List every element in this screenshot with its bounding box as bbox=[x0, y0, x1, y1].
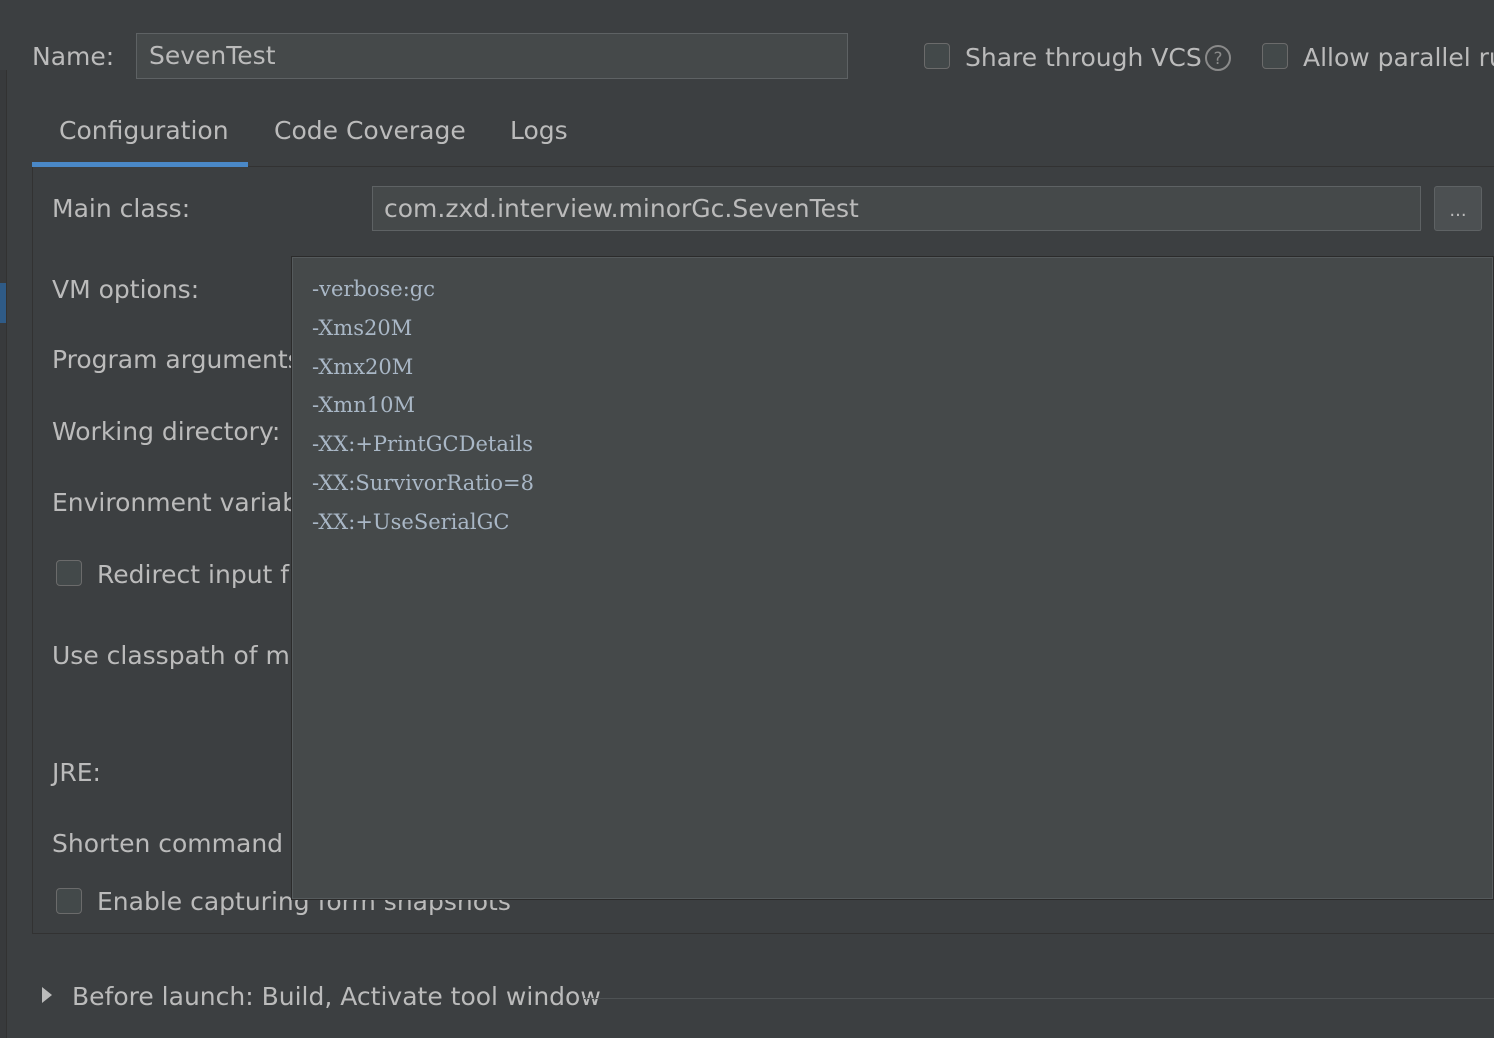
vm-option-line: -XX:+PrintGCDetails bbox=[312, 432, 534, 456]
configuration-list-edge bbox=[0, 70, 7, 1038]
browse-main-class-button[interactable]: ... bbox=[1434, 186, 1482, 231]
before-launch-separator bbox=[584, 998, 1494, 999]
name-label: Name: bbox=[32, 42, 115, 71]
help-icon[interactable]: ? bbox=[1204, 44, 1232, 72]
redirect-input-checkbox[interactable] bbox=[56, 560, 82, 586]
name-input[interactable]: SevenTest bbox=[136, 33, 848, 79]
tab-logs[interactable]: Logs bbox=[510, 116, 568, 145]
enable-capturing-snapshots-checkbox[interactable] bbox=[56, 888, 82, 914]
vm-option-line: -XX:+UseSerialGC bbox=[312, 510, 510, 534]
environment-variables-label: Environment variable bbox=[52, 488, 321, 517]
vm-option-line: -verbose:gc bbox=[312, 277, 435, 301]
share-vcs-checkbox[interactable] bbox=[924, 43, 950, 69]
vm-option-line: -Xms20M bbox=[312, 316, 413, 340]
allow-parallel-run-checkbox[interactable] bbox=[1262, 43, 1288, 69]
use-classpath-label: Use classpath of mo bbox=[52, 641, 306, 670]
before-launch-label[interactable]: Before launch: Build, Activate tool wind… bbox=[72, 982, 601, 1011]
expand-triangle-icon[interactable] bbox=[42, 987, 52, 1003]
allow-parallel-run-label: Allow parallel ru bbox=[1303, 43, 1494, 72]
vm-options-expanded-editor[interactable]: -verbose:gc -Xms20M -Xmx20M -Xmn10M -XX:… bbox=[291, 256, 1494, 900]
vm-option-line: -Xmx20M bbox=[312, 355, 414, 379]
main-class-input[interactable]: com.zxd.interview.minorGc.SevenTest bbox=[372, 186, 1421, 231]
run-configuration-dialog: Name: SevenTest Share through VCS ? Allo… bbox=[0, 0, 1494, 1038]
program-arguments-label: Program arguments: bbox=[52, 345, 310, 374]
vm-option-line: -Xmn10M bbox=[312, 393, 415, 417]
share-vcs-label: Share through VCS bbox=[965, 43, 1202, 72]
working-directory-label: Working directory: bbox=[52, 417, 281, 446]
redirect-input-label: Redirect input fr bbox=[97, 560, 300, 589]
tab-code-coverage[interactable]: Code Coverage bbox=[274, 116, 466, 145]
shorten-command-line-label: Shorten command li bbox=[52, 829, 305, 858]
tab-configuration[interactable]: Configuration bbox=[59, 116, 229, 145]
vm-options-label: VM options: bbox=[52, 275, 200, 304]
jre-label: JRE: bbox=[52, 758, 101, 787]
main-class-label: Main class: bbox=[52, 194, 191, 223]
vm-option-line: -XX:SurvivorRatio=8 bbox=[312, 471, 534, 495]
svg-text:?: ? bbox=[1213, 49, 1222, 69]
selected-configuration-marker bbox=[0, 283, 6, 323]
